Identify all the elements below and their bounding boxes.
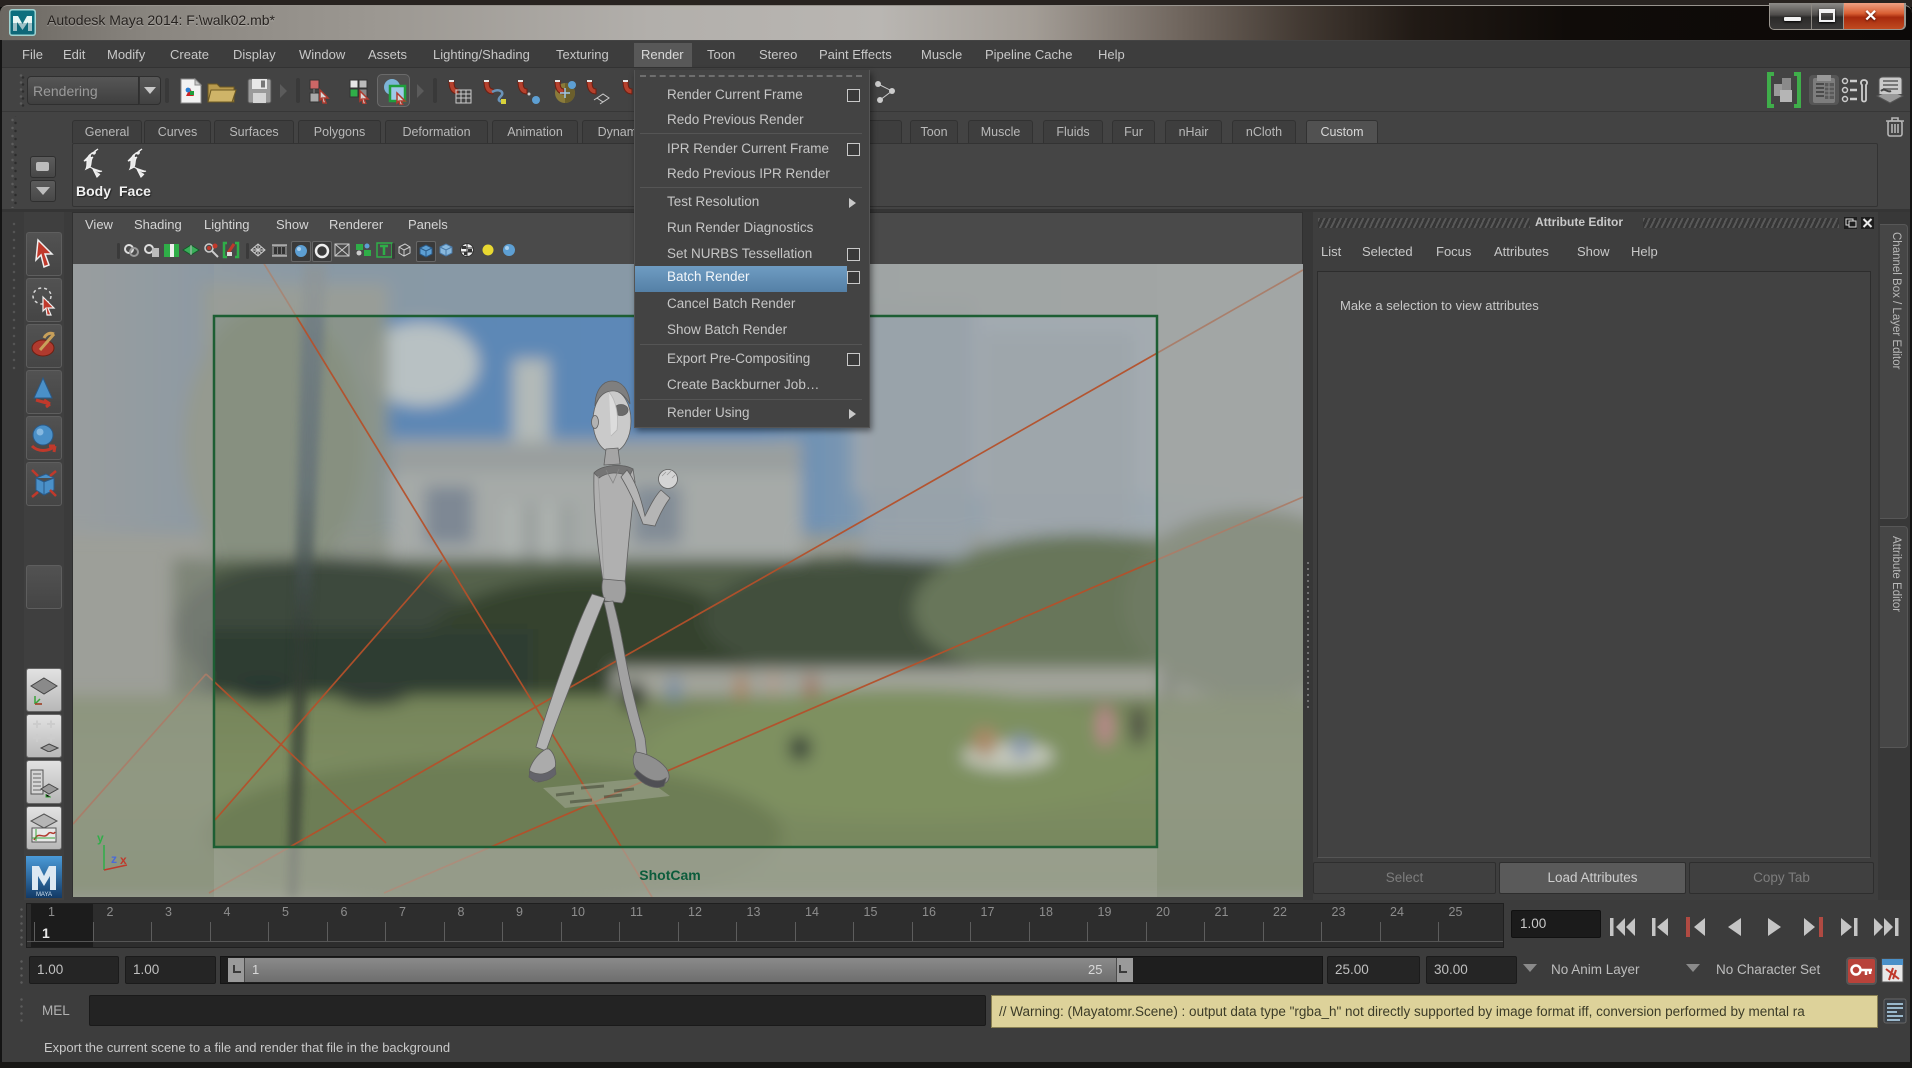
svg-text:ShotCam: ShotCam	[639, 867, 700, 883]
svg-text:MAYA: MAYA	[36, 892, 52, 898]
svg-text:z: z	[111, 852, 117, 866]
svg-text:y: y	[97, 831, 104, 845]
